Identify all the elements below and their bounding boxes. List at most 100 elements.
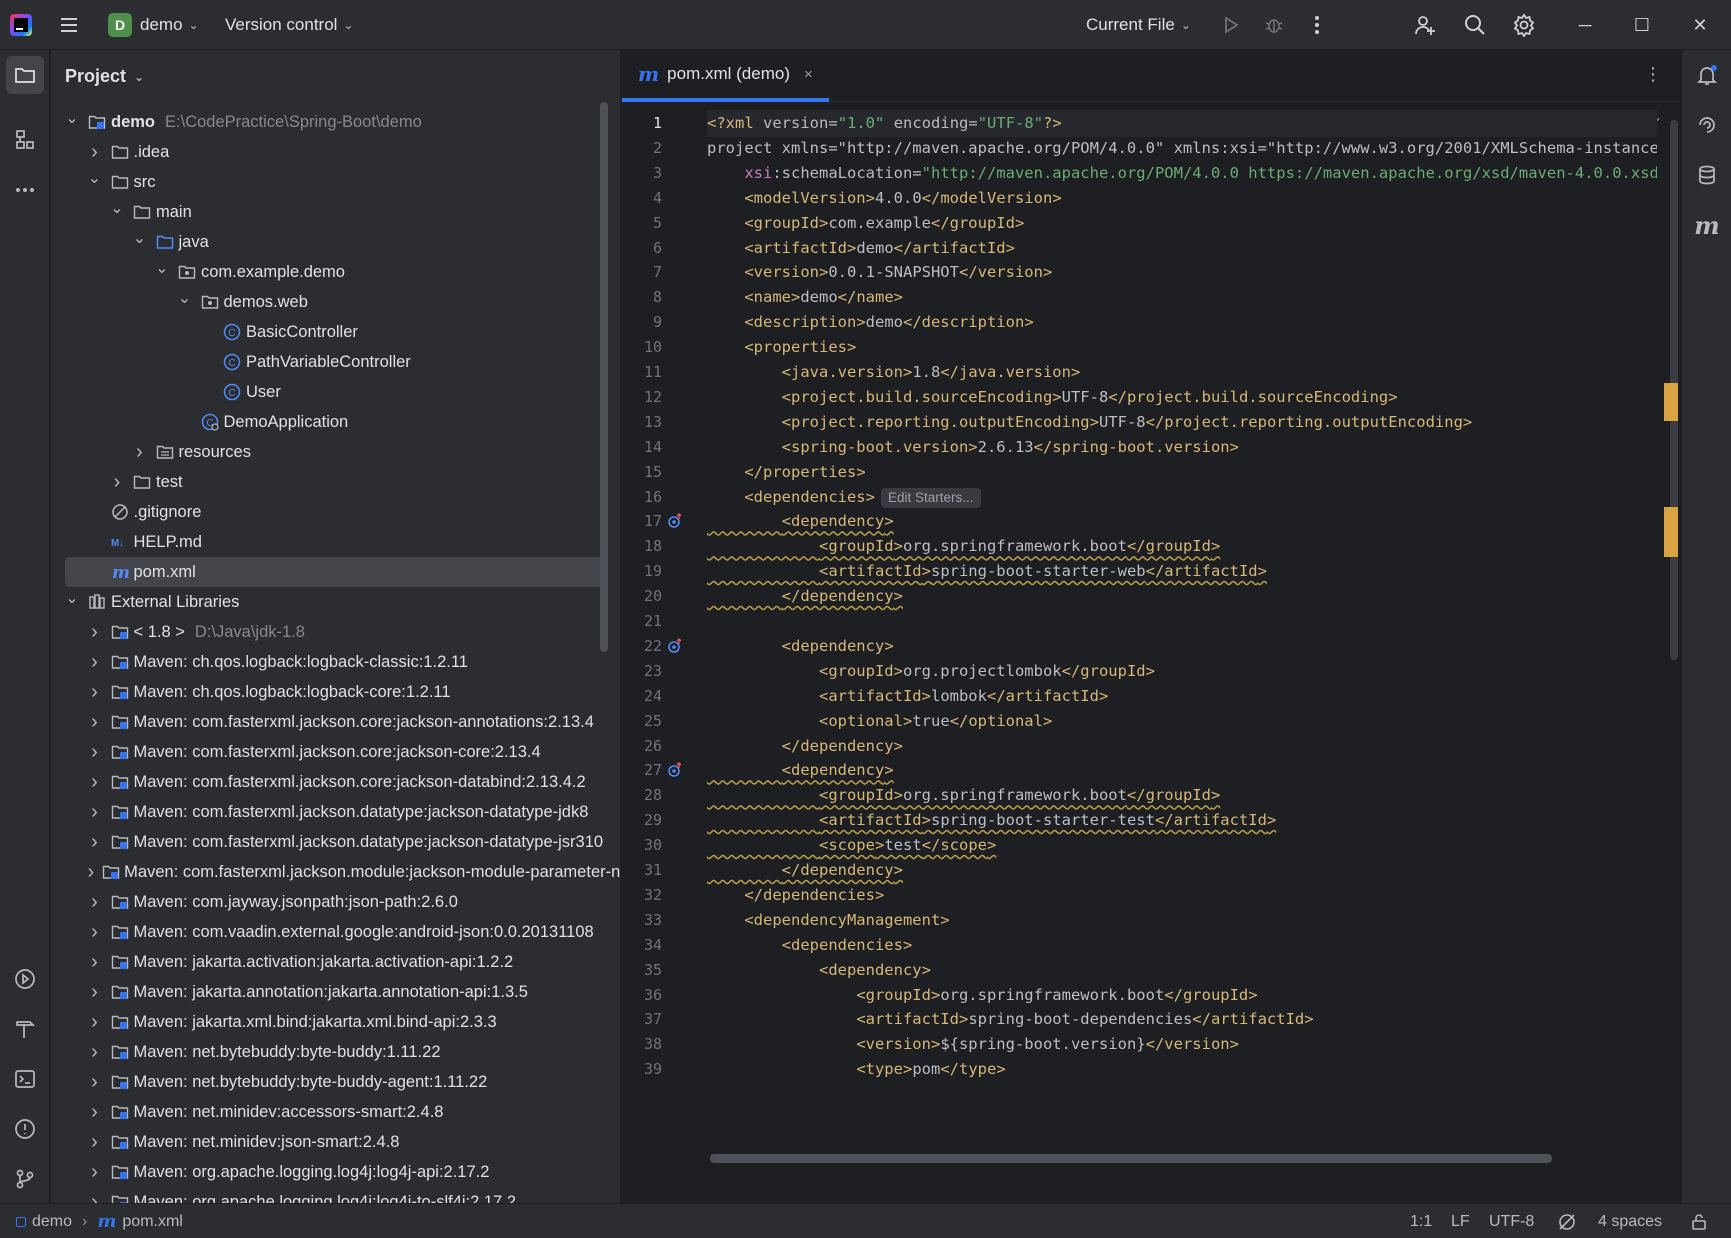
ai-assistant-icon[interactable] xyxy=(1688,106,1726,144)
tree-item[interactable]: ⌄ src xyxy=(51,167,611,197)
build-hammer-icon[interactable] xyxy=(6,1010,44,1048)
tree-item[interactable]: › Maven: ch.qos.logback:logback-classic:1… xyxy=(51,647,611,677)
tree-item[interactable]: C PathVariableController xyxy=(51,347,611,377)
project-tool-icon[interactable] xyxy=(6,56,44,94)
chevron-right-icon[interactable]: › xyxy=(88,1041,102,1064)
chevron-right-icon[interactable]: › xyxy=(88,1011,102,1034)
line-number[interactable]: 12 xyxy=(622,388,662,406)
edit-starters-hint[interactable]: Edit Starters... xyxy=(881,487,981,508)
code-line[interactable]: <project.build.sourceEncoding>UTF-8</pro… xyxy=(707,384,1398,411)
chevron-right-icon[interactable]: › xyxy=(88,771,102,794)
chevron-right-icon[interactable]: › xyxy=(88,1191,102,1204)
chevron-right-icon[interactable]: › xyxy=(110,471,124,494)
code-line[interactable]: <name>demo</name> xyxy=(707,284,903,311)
line-number[interactable]: 32 xyxy=(622,886,662,904)
code-line[interactable]: </dependencies> xyxy=(707,882,884,909)
line-number[interactable]: 3 xyxy=(622,164,662,182)
line-number[interactable]: 9 xyxy=(622,313,662,331)
tree-item[interactable]: ⌄ com.example.demo xyxy=(51,257,611,287)
line-number[interactable]: 4 xyxy=(622,189,662,207)
more-tools-icon[interactable] xyxy=(6,171,44,209)
code-line[interactable]: </properties> xyxy=(707,459,865,486)
run-configuration-selector[interactable]: Current File ⌄ xyxy=(1086,0,1191,50)
line-number[interactable]: 15 xyxy=(622,463,662,481)
chevron-right-icon[interactable]: › xyxy=(88,921,102,944)
search-icon[interactable] xyxy=(1458,0,1492,50)
tree-item[interactable]: m pom.xml xyxy=(65,557,605,587)
chevron-right-icon[interactable]: › xyxy=(88,141,102,164)
chevron-right-icon[interactable]: › xyxy=(88,831,102,854)
warning-stripe-marker[interactable] xyxy=(1664,507,1678,557)
code-line[interactable]: <java.version>1.8</java.version> xyxy=(707,359,1081,386)
terminal-icon[interactable] xyxy=(6,1060,44,1098)
editor-horizontal-scrollbar[interactable] xyxy=(710,1154,1552,1163)
line-number[interactable]: 36 xyxy=(622,986,662,1004)
chevron-down-icon[interactable]: ⌄ xyxy=(65,108,79,128)
tree-item[interactable]: › Maven: net.minidev:json-smart:2.4.8 xyxy=(51,1127,611,1157)
chevron-right-icon[interactable]: › xyxy=(88,1131,102,1154)
code-line[interactable]: <dependencyManagement> xyxy=(707,907,949,934)
breadcrumb-project[interactable]: demo xyxy=(32,1213,72,1231)
tree-item[interactable]: › Maven: net.bytebuddy:byte-buddy-agent:1… xyxy=(51,1067,611,1097)
code-line[interactable]: <version>${spring-boot.version}</version… xyxy=(707,1031,1239,1058)
chevron-right-icon[interactable]: › xyxy=(88,891,102,914)
code-line[interactable]: project xmlns="http://maven.apache.org/P… xyxy=(707,135,1657,162)
line-number[interactable]: 13 xyxy=(622,413,662,431)
tree-item[interactable]: › Maven: ch.qos.logback:logback-core:1.2.… xyxy=(51,677,611,707)
code-line[interactable]: <groupId>org.springframework.boot</group… xyxy=(707,782,1220,809)
tree-item[interactable]: › Maven: com.fasterxml.jackson.core:jacks… xyxy=(51,707,611,737)
code-line[interactable]: <artifactId>demo</artifactId> xyxy=(707,235,1015,262)
warning-stripe-marker[interactable] xyxy=(1664,383,1678,421)
code-with-me-icon[interactable] xyxy=(1408,0,1442,50)
chevron-right-icon[interactable]: › xyxy=(88,651,102,674)
tree-item[interactable]: › Maven: org.apache.logging.log4j:log4j-t… xyxy=(51,1187,611,1203)
line-number[interactable]: 14 xyxy=(622,438,662,456)
code-line[interactable]: <dependency> xyxy=(707,757,894,784)
chevron-right-icon[interactable]: › xyxy=(88,1101,102,1124)
code-line[interactable]: </dependency> xyxy=(707,733,903,760)
line-number[interactable]: 28 xyxy=(622,786,662,804)
read-only-lock-icon[interactable] xyxy=(1690,1204,1708,1238)
project-switcher[interactable]: D demo ⌄ xyxy=(108,0,199,50)
line-number[interactable]: 37 xyxy=(622,1010,662,1028)
maximize-icon[interactable]: ☐ xyxy=(1614,0,1670,50)
chevron-right-icon[interactable]: › xyxy=(88,711,102,734)
dependency-gutter-icon[interactable] xyxy=(666,512,684,530)
close-window-icon[interactable]: ✕ xyxy=(1672,0,1728,50)
tree-item[interactable]: ⌄ java xyxy=(51,227,611,257)
tab-pom-xml[interactable]: m pom.xml (demo) × xyxy=(622,50,829,102)
tree-item[interactable]: ⌄ External Libraries xyxy=(51,587,611,617)
code-line[interactable]: <artifactId>spring-boot-starter-test</ar… xyxy=(707,807,1276,834)
tree-item[interactable]: › Maven: com.fasterxml.jackson.core:jacks… xyxy=(51,767,611,797)
tree-item[interactable]: › Maven: com.fasterxml.jackson.core:jacks… xyxy=(51,737,611,767)
code-line[interactable]: </dependency> xyxy=(707,583,903,610)
problems-icon[interactable] xyxy=(6,1110,44,1148)
code-line[interactable]: <dependency> xyxy=(707,957,931,984)
breadcrumb-file[interactable]: pom.xml xyxy=(122,1213,182,1231)
code-line[interactable]: <dependencies> xyxy=(707,932,913,959)
chevron-down-icon[interactable]: ⌄ xyxy=(155,258,169,278)
code-line[interactable]: <optional>true</optional> xyxy=(707,708,1052,735)
line-number[interactable]: 20 xyxy=(622,587,662,605)
tree-item[interactable]: › < 1.8 > D:\Java\jdk-1.8 xyxy=(51,617,611,647)
line-number[interactable]: 38 xyxy=(622,1035,662,1053)
code-line[interactable]: xsi:schemaLocation="http://maven.apache.… xyxy=(707,160,1657,187)
line-number[interactable]: 5 xyxy=(622,214,662,232)
line-number[interactable]: 19 xyxy=(622,562,662,580)
tree-item[interactable]: › Maven: com.fasterxml.jackson.datatype:j… xyxy=(51,827,611,857)
project-panel-header[interactable]: Project ⌄ xyxy=(65,66,144,87)
code-line[interactable]: <description>demo</description> xyxy=(707,309,1033,336)
line-number[interactable]: 7 xyxy=(622,263,662,281)
chevron-right-icon[interactable]: › xyxy=(133,441,147,464)
line-number[interactable]: 26 xyxy=(622,737,662,755)
settings-gear-icon[interactable] xyxy=(1507,0,1541,50)
app-logo[interactable] xyxy=(10,0,38,50)
file-encoding[interactable]: UTF-8 xyxy=(1489,1204,1534,1238)
code-line[interactable]: <version>0.0.1-SNAPSHOT</version> xyxy=(707,259,1052,286)
tree-item[interactable]: ⌄ demos.web xyxy=(51,287,611,317)
notifications-bell-icon[interactable] xyxy=(1688,56,1726,94)
close-tab-icon[interactable]: × xyxy=(804,66,813,83)
chevron-right-icon[interactable]: › xyxy=(88,741,102,764)
line-number[interactable]: 16 xyxy=(622,488,662,506)
code-line[interactable]: <artifactId>lombok</artifactId> xyxy=(707,683,1108,710)
